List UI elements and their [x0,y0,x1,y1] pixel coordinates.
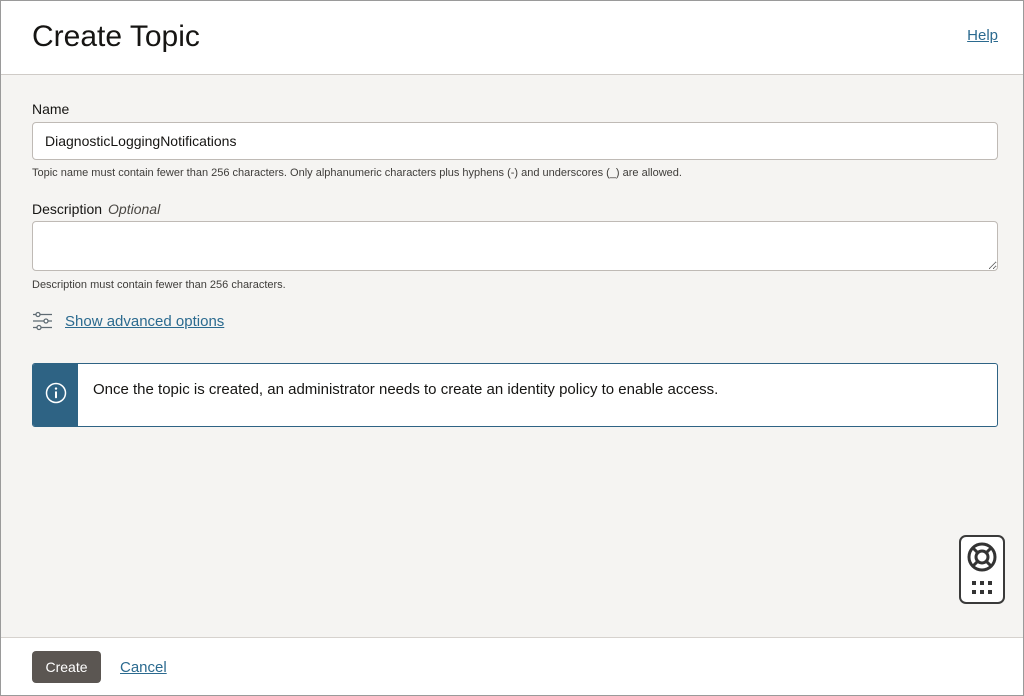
create-button[interactable]: Create [32,651,101,683]
panel-header: Create Topic Help [1,1,1023,75]
lifebuoy-icon [967,542,997,577]
description-label-group: Description Optional [32,201,160,217]
name-hint: Topic name must contain fewer than 256 c… [32,167,682,179]
name-input[interactable] [32,122,998,160]
show-advanced-options-link[interactable]: Show advanced options [32,310,224,332]
info-stripe [33,364,78,426]
optional-tag: Optional [108,201,161,217]
info-message: Once the topic is created, an administra… [32,363,998,427]
grid-dots-icon [972,581,992,600]
description-label: Description [32,201,103,217]
info-icon [45,382,67,409]
help-widget-button[interactable] [959,535,1005,604]
show-advanced-options-label: Show advanced options [65,312,225,330]
cancel-link[interactable]: Cancel [120,659,167,676]
description-textarea[interactable] [32,221,998,271]
panel-footer: Create Cancel [1,637,1023,695]
create-topic-panel: Create Topic Help Name Topic name must c… [0,0,1024,696]
page-title: Create Topic [32,20,200,53]
info-text: Once the topic is created, an administra… [93,381,719,398]
sliders-icon [32,311,53,331]
help-link[interactable]: Help [967,27,998,44]
name-label: Name [32,101,70,117]
description-hint: Description must contain fewer than 256 … [32,279,286,291]
